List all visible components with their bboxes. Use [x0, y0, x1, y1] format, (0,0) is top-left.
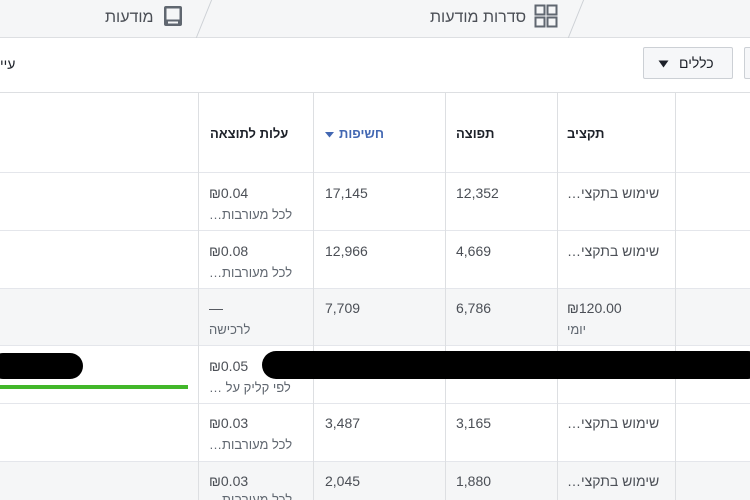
column-divider — [198, 93, 199, 500]
row-divider — [0, 172, 750, 173]
ad-icon — [162, 5, 184, 32]
row-5-results: 3,165 — [456, 415, 492, 431]
row-2-budget: שימוש בתקצי… — [567, 243, 660, 259]
tab-divider — [566, 0, 585, 40]
row-1-cost-type: לכל מעורבות… — [209, 207, 293, 222]
delivery-progress-bar — [0, 385, 188, 389]
row-6-cost: ₪0.03 — [209, 473, 249, 489]
rules-dropdown-button[interactable]: כללים — [643, 47, 733, 79]
toolbar-next-button[interactable] — [744, 47, 750, 79]
row-divider — [0, 288, 750, 289]
toolbar-cut-label: עיי — [0, 56, 16, 72]
column-header-cost-per-result[interactable]: עלות לתוצאה — [210, 126, 288, 141]
row-1-budget: שימוש בתקצי… — [567, 185, 660, 201]
tab-ads-label: מודעות — [105, 9, 154, 26]
row-divider — [0, 230, 750, 231]
tab-ads[interactable]: מודעות — [105, 0, 184, 36]
row-6-budget: שימוש בתקצי… — [567, 473, 660, 489]
row-6-impressions: 2,045 — [325, 473, 361, 489]
redaction-mark — [0, 353, 83, 379]
sort-descending-icon — [325, 126, 334, 141]
caret-down-icon — [658, 55, 669, 71]
toolbar: עיי כללים — [0, 38, 750, 93]
row-2-impressions: 12,966 — [325, 243, 368, 259]
column-divider — [557, 93, 558, 500]
row-4-cost: ₪0.05 — [209, 358, 249, 374]
row-3-impressions: 7,709 — [325, 300, 361, 316]
grid-icon — [534, 4, 558, 33]
row-2-cost: ₪0.08 — [209, 243, 249, 259]
column-divider — [445, 93, 446, 500]
row-3-cost: — — [209, 300, 223, 316]
row-5-cost-type: לכל מעורבות… — [209, 437, 293, 452]
ads-table: תקציב תפוצה חשיפות עלות לתוצאה שימוש בתק… — [0, 93, 750, 500]
column-header-impressions-label: חשיפות — [339, 126, 384, 141]
row-divider — [0, 345, 750, 346]
row-divider — [0, 403, 750, 404]
rules-label: כללים — [679, 55, 714, 71]
row-6-cost-type: לכל מעורבות… — [209, 492, 293, 500]
row-3-cost-type: לרכישה — [209, 322, 251, 337]
tab-divider — [194, 0, 213, 40]
row-2-results: 4,669 — [456, 243, 492, 259]
tab-ad-sets[interactable]: סדרות מודעות — [430, 0, 558, 36]
row-2-cost-type: לכל מעורבות… — [209, 265, 293, 280]
column-header-impressions[interactable]: חשיפות — [325, 126, 384, 141]
column-header-budget[interactable]: תקציב — [567, 126, 604, 141]
row-5-impressions: 3,487 — [325, 415, 361, 431]
row-5-budget: שימוש בתקצי… — [567, 415, 660, 431]
row-3-results: 6,786 — [456, 300, 492, 316]
tab-ad-sets-label: סדרות מודעות — [430, 9, 527, 26]
level-tabs-bar: מודעות סדרות מודעות — [0, 0, 750, 40]
column-divider — [313, 93, 314, 500]
row-5-cost: ₪0.03 — [209, 415, 249, 431]
table-row-highlight — [0, 288, 750, 345]
row-6-results: 1,880 — [456, 473, 492, 489]
row-1-results: 12,352 — [456, 185, 499, 201]
row-3-budget-type: יומי — [567, 322, 587, 337]
column-header-results[interactable]: תפוצה — [456, 126, 494, 141]
column-divider — [675, 93, 676, 500]
row-1-cost: ₪0.04 — [209, 185, 249, 201]
row-3-budget: ₪120.00 — [567, 300, 622, 316]
row-4-cost-type: לפי קליק על … — [209, 380, 291, 395]
redaction-mark — [262, 351, 750, 379]
row-divider — [0, 461, 750, 462]
row-1-impressions: 17,145 — [325, 185, 368, 201]
